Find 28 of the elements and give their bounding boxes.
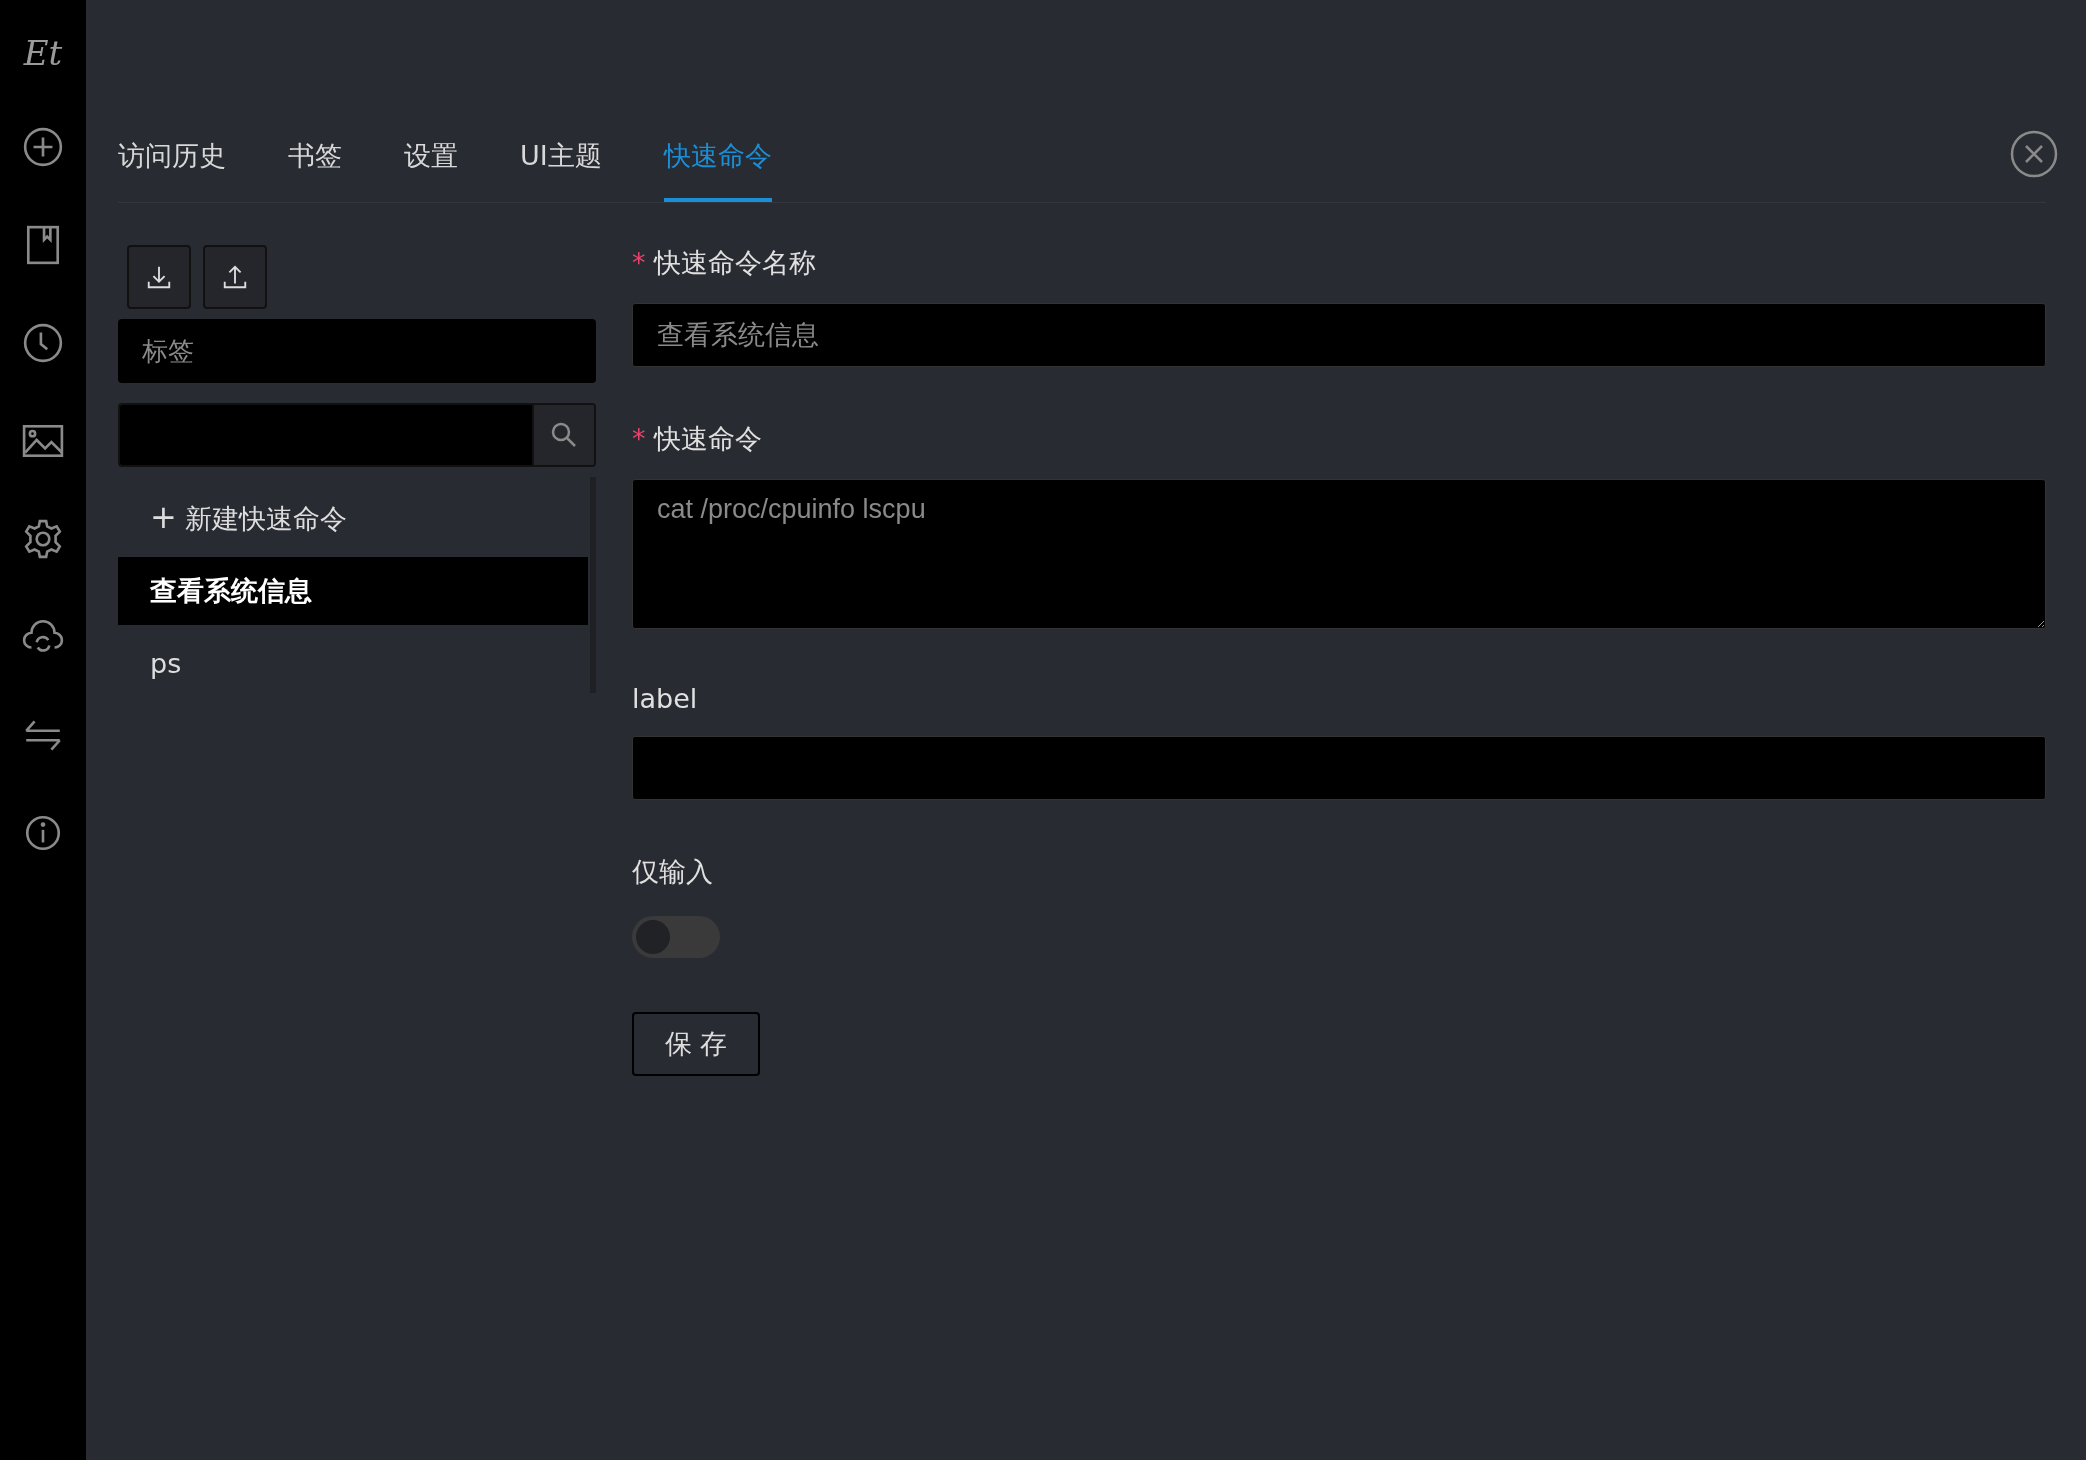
app-logo: Et bbox=[23, 36, 63, 70]
text-input[interactable] bbox=[632, 736, 2046, 800]
search-field[interactable] bbox=[118, 403, 596, 467]
export-button[interactable] bbox=[203, 245, 267, 309]
command-list-item[interactable]: ps bbox=[118, 629, 588, 697]
field-label: label bbox=[632, 683, 699, 714]
tab[interactable]: 设置 bbox=[404, 138, 458, 202]
toggle-switch[interactable] bbox=[632, 916, 720, 958]
new-command-item[interactable]: + 新建快速命令 bbox=[118, 485, 588, 549]
tab[interactable]: 书签 bbox=[288, 138, 342, 202]
search-button[interactable] bbox=[532, 405, 594, 465]
field-label: 仅输入 bbox=[632, 855, 714, 889]
clock-icon[interactable] bbox=[22, 322, 64, 364]
upload-icon bbox=[221, 263, 249, 291]
field-label: * 快速命令 bbox=[632, 422, 763, 456]
settings-icon[interactable] bbox=[22, 518, 64, 560]
tab[interactable]: UI主题 bbox=[520, 138, 602, 202]
text-input[interactable]: 查看系统信息 bbox=[632, 303, 2046, 367]
tag-select[interactable]: 标签 bbox=[118, 319, 596, 383]
command-textarea[interactable]: cat /proc/cpuinfo lscpu bbox=[632, 479, 2046, 629]
tab[interactable]: 快速命令 bbox=[663, 138, 772, 202]
import-button[interactable] bbox=[127, 245, 191, 309]
close-icon[interactable] bbox=[2010, 130, 2058, 178]
save-button[interactable]: 保 存 bbox=[632, 1012, 760, 1076]
command-list-item[interactable]: 查看系统信息 bbox=[118, 557, 588, 625]
tab[interactable]: 访问历史 bbox=[118, 138, 226, 202]
field-label: * 快速命令名称 bbox=[632, 246, 817, 280]
add-circle-icon[interactable] bbox=[22, 126, 64, 168]
